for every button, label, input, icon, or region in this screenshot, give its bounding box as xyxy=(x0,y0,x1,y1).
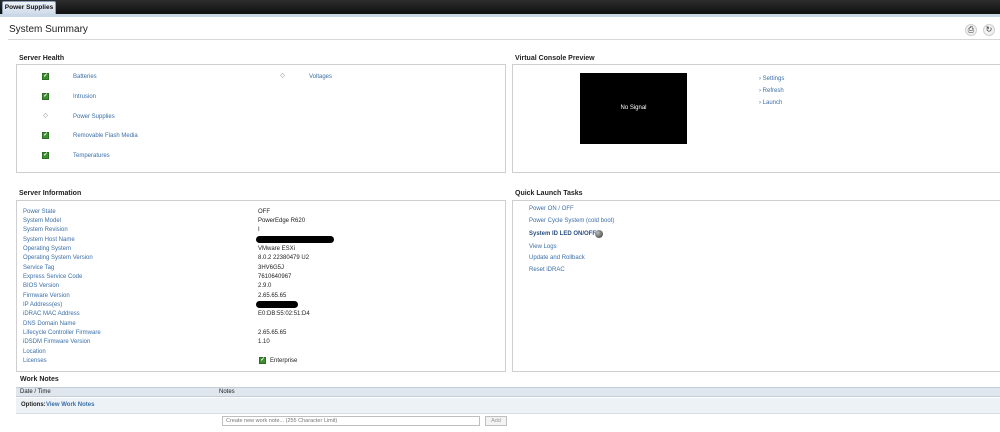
info-value-operating-system: VMware ESXi xyxy=(258,246,296,252)
tab-underline xyxy=(0,14,1000,17)
status-unknown-icon: ◇ xyxy=(43,113,48,119)
console-settings-link[interactable]: › Settings xyxy=(759,76,784,82)
info-value-os-version: 8.0.2 22380479 U2 xyxy=(258,255,310,261)
top-bar xyxy=(0,0,1000,14)
info-value-lifecycle-firmware: 2.65.65.65 xyxy=(258,330,287,336)
chevron-right-icon: › xyxy=(759,100,761,106)
health-link-power-supplies[interactable]: Power Supplies xyxy=(73,114,115,120)
quick-link-view-logs[interactable]: View Logs xyxy=(529,244,557,250)
info-label-licenses: Licenses xyxy=(23,358,47,364)
server-health-title: Server Health xyxy=(19,55,65,62)
health-link-voltages[interactable]: Voltages xyxy=(309,74,332,80)
work-notes-title: Work Notes xyxy=(20,376,59,383)
status-ok-icon: ✓ xyxy=(42,73,49,80)
health-link-removable-flash-media[interactable]: Removable Flash Media xyxy=(73,133,138,139)
info-value-service-tag: 3HV6G5J xyxy=(258,265,285,271)
work-notes-options-bar: Options: View Work Notes xyxy=(16,398,1000,414)
view-work-notes-link[interactable]: View Work Notes xyxy=(46,402,94,408)
quick-link-system-id-led[interactable]: System ID LED ON/OFF xyxy=(529,231,596,237)
info-value-firmware-version: 2.65.65.65 xyxy=(258,293,287,299)
virtual-console-panel: No Signal › Settings › Refresh › Launch xyxy=(512,64,1000,173)
info-label-lifecycle-firmware: Lifecycle Controller Firmware xyxy=(23,330,101,336)
redaction-mark xyxy=(256,301,298,308)
quick-link-power-on-off[interactable]: Power ON / OFF xyxy=(529,206,574,212)
work-notes-header: Date / Time Notes xyxy=(16,387,1000,397)
quick-link-update-rollback[interactable]: Update and Rollback xyxy=(529,255,585,261)
info-label-firmware-version: Firmware Version xyxy=(23,293,70,299)
work-note-input[interactable] xyxy=(222,416,480,426)
options-label: Options: xyxy=(21,402,46,408)
title-divider xyxy=(8,39,1000,40)
column-header-notes: Notes xyxy=(219,389,235,395)
info-value-system-revision: I xyxy=(258,227,260,233)
info-label-os-version: Operating System Version xyxy=(23,255,93,261)
license-ok-icon: ✓ xyxy=(259,357,266,364)
server-info-panel: Power State OFF System Model PowerEdge R… xyxy=(16,200,506,372)
info-value-idsdm-firmware: 1.10 xyxy=(258,339,270,345)
info-value-power-state: OFF xyxy=(258,209,270,215)
info-label-dns-domain-name: DNS Domain Name xyxy=(23,321,76,327)
health-link-batteries[interactable]: Batteries xyxy=(73,74,97,80)
info-label-power-state: Power State xyxy=(23,209,56,215)
status-unknown-icon: ◇ xyxy=(280,73,285,79)
column-header-date: Date / Time xyxy=(20,389,51,395)
chevron-right-icon: › xyxy=(759,76,761,82)
info-value-bios-version: 2.9.0 xyxy=(258,283,272,289)
info-label-host-name: System Host Name xyxy=(23,237,75,243)
info-value-express-service-code: 7610640967 xyxy=(258,274,292,280)
info-value-system-model: PowerEdge R620 xyxy=(258,218,306,224)
quick-link-reset-idrac[interactable]: Reset iDRAC xyxy=(529,267,565,273)
tab-power-supplies[interactable]: Power Supplies xyxy=(2,1,56,14)
quick-launch-panel: Power ON / OFF Power Cycle System (cold … xyxy=(512,200,1000,372)
info-label-operating-system: Operating System xyxy=(23,246,72,252)
server-info-title: Server Information xyxy=(19,190,82,197)
server-health-panel: ✓ Batteries ✓ Intrusion ◇ Power Supplies… xyxy=(16,64,506,173)
info-label-express-service-code: Express Service Code xyxy=(23,274,83,280)
quick-link-power-cycle[interactable]: Power Cycle System (cold boot) xyxy=(529,218,614,224)
redaction-mark xyxy=(256,236,334,243)
health-link-intrusion[interactable]: Intrusion xyxy=(73,94,96,100)
info-value-licenses: Enterprise xyxy=(270,358,298,364)
info-value-idrac-mac: E0:DB:55:02:51:D4 xyxy=(258,311,310,317)
info-label-service-tag: Service Tag xyxy=(23,265,55,271)
console-refresh-link[interactable]: › Refresh xyxy=(759,88,784,94)
info-label-system-revision: System Revision xyxy=(23,227,68,233)
status-ok-icon: ✓ xyxy=(42,132,49,139)
console-preview-screen[interactable]: No Signal xyxy=(580,73,687,144)
health-link-temperatures[interactable]: Temperatures xyxy=(73,153,110,159)
refresh-icon[interactable]: ↻ xyxy=(983,24,995,36)
info-label-idrac-mac: iDRAC MAC Address xyxy=(23,311,80,317)
info-label-bios-version: BIOS Version xyxy=(23,283,60,289)
status-ok-icon: ✓ xyxy=(42,152,49,159)
print-icon[interactable]: ⎙ xyxy=(965,24,977,36)
info-label-ip-addresses: IP Address(es) xyxy=(23,302,63,308)
page-title: System Summary xyxy=(9,24,88,35)
led-indicator-icon xyxy=(595,230,603,238)
info-label-idsdm-firmware: iDSDM Firmware Version xyxy=(23,339,91,345)
chevron-right-icon: › xyxy=(759,88,761,94)
info-label-location: Location xyxy=(23,349,46,355)
info-label-system-model: System Model xyxy=(23,218,62,224)
console-no-signal-text: No Signal xyxy=(620,105,647,111)
quick-launch-title: Quick Launch Tasks xyxy=(515,190,583,197)
status-ok-icon: ✓ xyxy=(42,93,49,100)
add-note-button[interactable]: Add xyxy=(485,416,507,426)
console-launch-link[interactable]: › Launch xyxy=(759,100,782,106)
virtual-console-title: Virtual Console Preview xyxy=(515,55,595,62)
